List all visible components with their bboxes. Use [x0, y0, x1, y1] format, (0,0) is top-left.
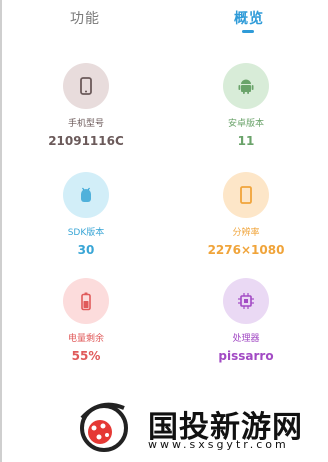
left-edge-divider	[0, 0, 2, 462]
resolution-value: 2276×1080	[207, 243, 285, 257]
cpu-icon-circle	[223, 278, 269, 324]
tile-processor: 处理器 pissarro	[186, 278, 306, 364]
sdk-icon	[81, 187, 91, 202]
tab-active-indicator	[242, 30, 254, 33]
battery-value: 55%	[71, 349, 101, 363]
phone-icon-circle	[63, 63, 109, 109]
processor-label: 处理器	[232, 334, 260, 344]
screen-icon-circle	[223, 172, 269, 218]
tile-phone-model: 手机型号 21091116C	[26, 63, 146, 149]
screen-icon	[240, 186, 252, 204]
site-watermark: 国投新游网 www.sxsgytr.com	[70, 392, 328, 462]
phone-model-label: 手机型号	[67, 119, 104, 129]
cpu-icon	[238, 293, 254, 309]
battery-label: 电量剩余	[67, 334, 104, 344]
tab-functions[interactable]: 功能	[70, 8, 100, 28]
sdk-version-value: 30	[77, 243, 95, 257]
watermark-logo	[80, 402, 128, 452]
sdk-icon-circle	[63, 172, 109, 218]
battery-icon-circle	[63, 278, 109, 324]
android-version-value: 11	[237, 134, 255, 148]
tab-bar: 功能 概览	[0, 0, 328, 50]
resolution-label: 分辨率	[232, 228, 260, 238]
tile-resolution: 分辨率 2276×1080	[186, 172, 306, 258]
android-icon	[238, 79, 254, 94]
tile-sdk-version: SDK版本 30	[26, 172, 146, 258]
sdk-version-label: SDK版本	[67, 228, 105, 238]
android-version-label: 安卓版本	[227, 119, 264, 129]
phone-model-value: 21091116C	[48, 134, 124, 148]
battery-icon	[81, 292, 91, 311]
tab-overview[interactable]: 概览	[234, 8, 264, 28]
processor-value: pissarro	[218, 349, 274, 363]
tile-battery: 电量剩余 55%	[26, 278, 146, 364]
android-icon-circle	[223, 63, 269, 109]
watermark-url: www.sxsgytr.com	[148, 438, 289, 451]
phone-icon	[80, 77, 92, 95]
tile-android-version: 安卓版本 11	[186, 63, 306, 149]
